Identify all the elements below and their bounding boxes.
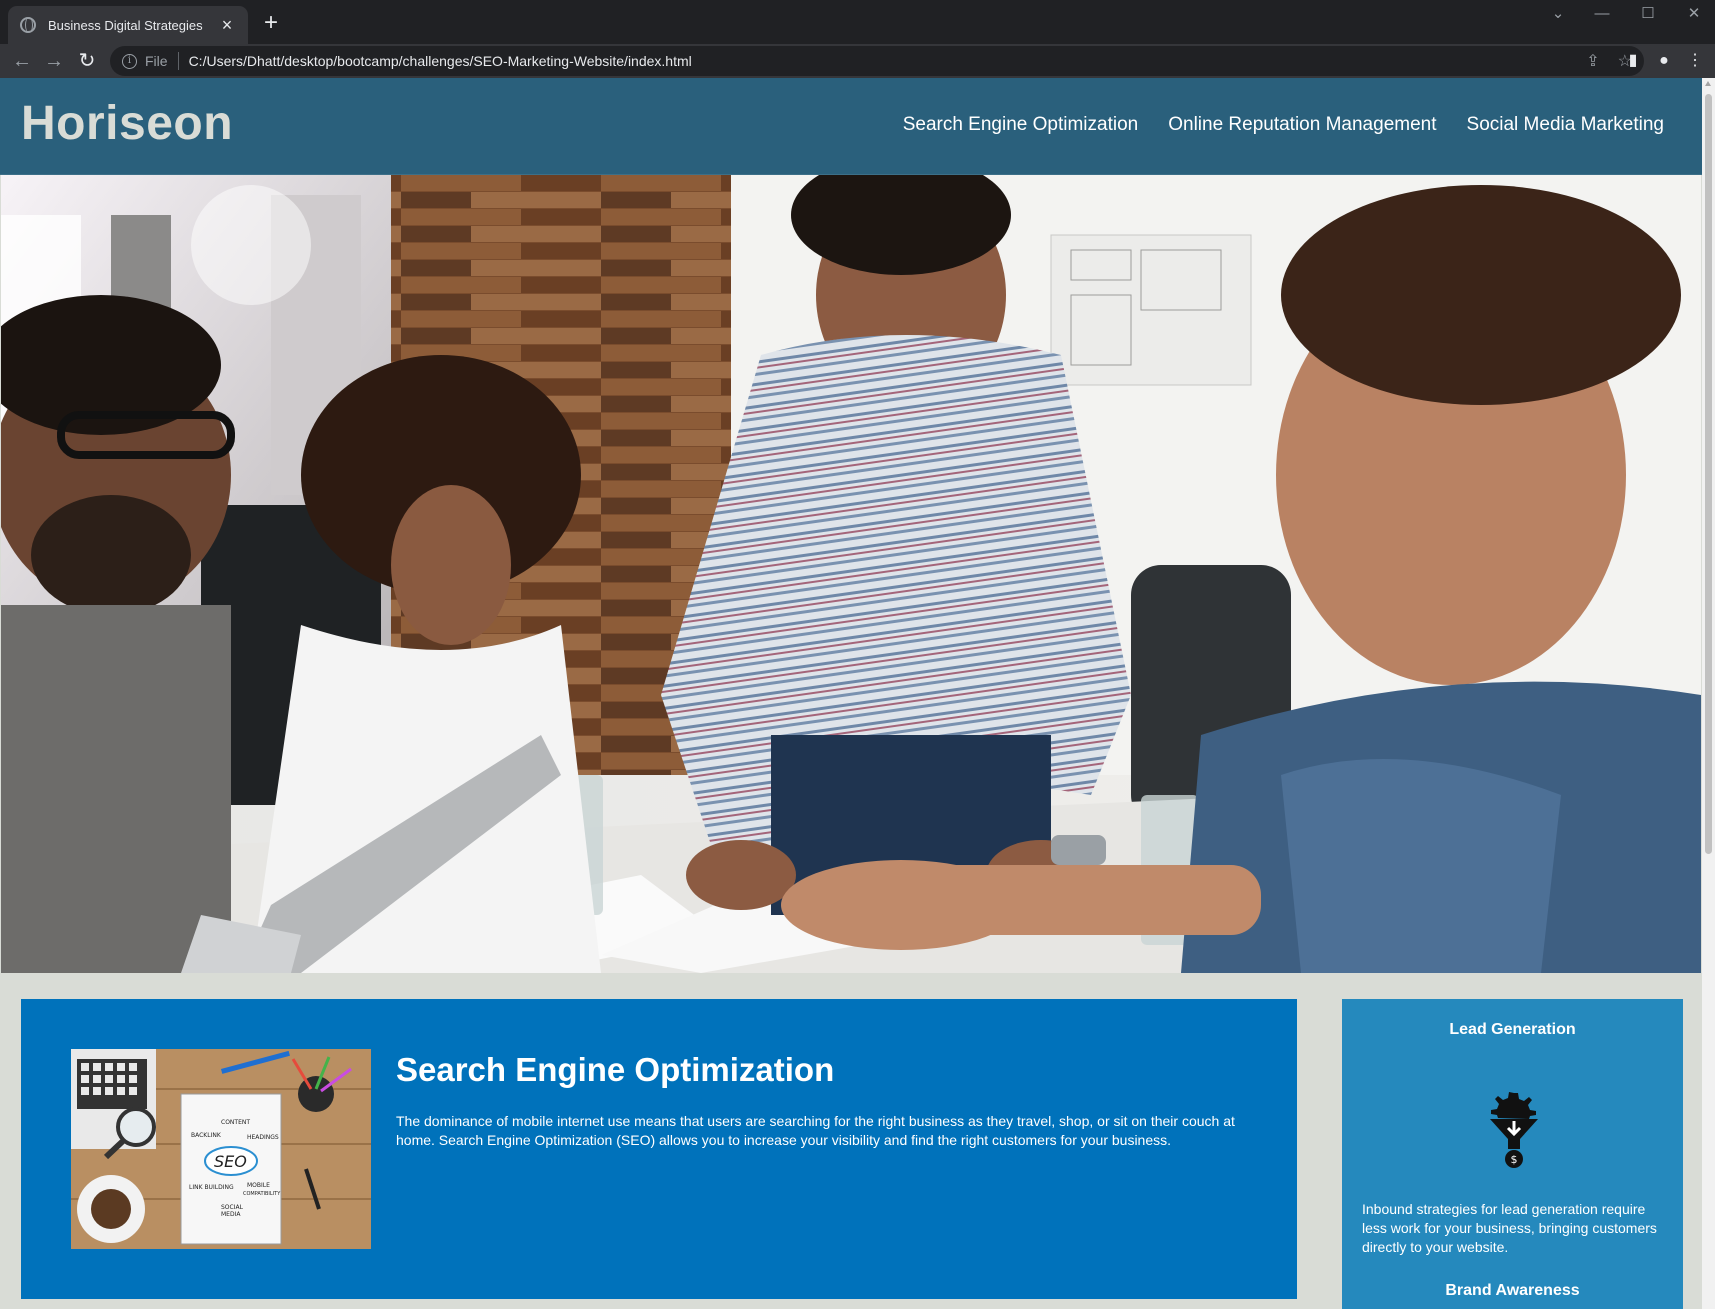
browser-toolbar: ← → ↻ i File C:/Users/Dhatt/desktop/boot… bbox=[0, 44, 1715, 78]
lead-generation-icon: $ bbox=[1490, 1092, 1538, 1168]
svg-text:CONTENT: CONTENT bbox=[221, 1119, 250, 1126]
close-window-icon[interactable]: ✕ bbox=[1672, 4, 1715, 24]
security-label: File bbox=[145, 53, 168, 69]
page-scrollbar[interactable] bbox=[1702, 78, 1715, 1309]
logo-text: Horiseon bbox=[21, 97, 234, 150]
svg-text:COMPATIBILITY: COMPATIBILITY bbox=[243, 1191, 281, 1197]
address-bar[interactable]: i File C:/Users/Dhatt/desktop/bootcamp/c… bbox=[110, 46, 1644, 76]
back-icon[interactable]: ← bbox=[8, 47, 36, 75]
new-tab-button[interactable]: + bbox=[258, 10, 284, 36]
nav-link-social[interactable]: Social Media Marketing bbox=[1467, 114, 1664, 136]
page-viewport: Horiseon Search Engine Optimization Onli… bbox=[0, 78, 1702, 1309]
nav-link-seo[interactable]: Search Engine Optimization bbox=[903, 114, 1139, 136]
share-icon[interactable]: ⇪ bbox=[1586, 51, 1599, 71]
info-icon[interactable]: i bbox=[122, 53, 137, 69]
benefits-sidebar: Lead Generation $ Inbound strategies for… bbox=[1342, 999, 1683, 1309]
browser-tab[interactable]: Business Digital Strategies × bbox=[8, 6, 248, 44]
close-tab-icon[interactable]: × bbox=[218, 16, 236, 34]
brand-awareness-title: Brand Awareness bbox=[1445, 1282, 1580, 1299]
globe-icon bbox=[20, 17, 36, 33]
scroll-thumb[interactable] bbox=[1705, 94, 1712, 854]
scroll-up-icon[interactable] bbox=[1705, 81, 1711, 86]
lead-generation-title: Lead Generation bbox=[1449, 1021, 1576, 1038]
svg-text:$: $ bbox=[1511, 1153, 1518, 1166]
svg-text:MEDIA: MEDIA bbox=[221, 1211, 241, 1218]
maximize-icon[interactable]: ☐ bbox=[1626, 4, 1670, 24]
browser-tab-bar: Business Digital Strategies × + ⌄ — ☐ ✕ bbox=[0, 0, 1715, 44]
seo-section: CONTENT BACKLINK HEADINGS SEO LINK BUILD… bbox=[21, 999, 1297, 1299]
main-nav: Search Engine Optimization Online Reputa… bbox=[903, 114, 1664, 136]
site-header: Horiseon Search Engine Optimization Onli… bbox=[0, 78, 1702, 175]
svg-text:SOCIAL: SOCIAL bbox=[221, 1204, 244, 1211]
svg-text:MOBILE: MOBILE bbox=[247, 1182, 270, 1189]
svg-text:SEO: SEO bbox=[214, 1152, 247, 1171]
seo-text: The dominance of mobile internet use mea… bbox=[396, 1113, 1235, 1148]
forward-icon[interactable]: → bbox=[40, 47, 68, 75]
svg-text:HEADINGS: HEADINGS bbox=[247, 1134, 279, 1141]
omnibox-divider bbox=[177, 52, 179, 70]
side-panel-icon[interactable]: ▮ bbox=[1622, 50, 1644, 72]
tab-search-icon[interactable]: ⌄ bbox=[1536, 4, 1580, 24]
svg-text:BACKLINK: BACKLINK bbox=[191, 1132, 222, 1139]
tab-title: Business Digital Strategies bbox=[48, 17, 203, 33]
seo-image: CONTENT BACKLINK HEADINGS SEO LINK BUILD… bbox=[71, 1049, 371, 1249]
url-text[interactable]: C:/Users/Dhatt/desktop/bootcamp/challeng… bbox=[189, 53, 1569, 69]
hero-image bbox=[1, 175, 1701, 973]
lead-generation-text: Inbound strategies for lead generation r… bbox=[1362, 1201, 1657, 1255]
reload-icon[interactable]: ↻ bbox=[73, 47, 101, 75]
menu-icon[interactable]: ⋮ bbox=[1684, 50, 1706, 72]
seo-title: Search Engine Optimization bbox=[396, 1051, 835, 1088]
svg-text:LINK BUILDING: LINK BUILDING bbox=[189, 1184, 234, 1191]
profile-icon[interactable]: ● bbox=[1653, 50, 1675, 72]
nav-link-reputation[interactable]: Online Reputation Management bbox=[1168, 114, 1436, 136]
site-logo: Horiseon bbox=[21, 96, 233, 151]
minimize-icon[interactable]: — bbox=[1580, 4, 1624, 24]
